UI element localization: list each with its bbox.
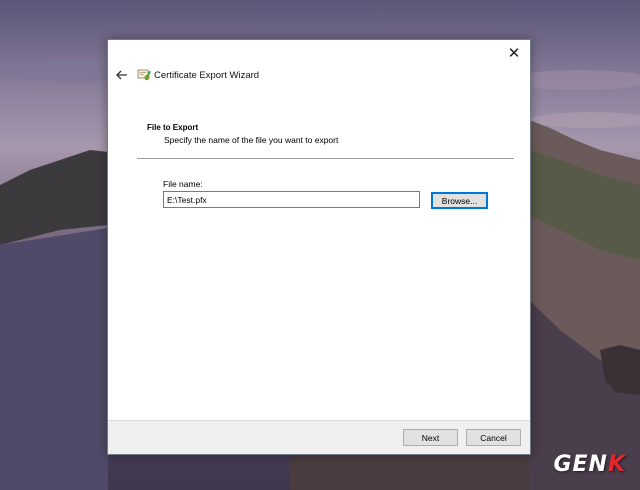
close-icon: ✕ <box>507 45 521 62</box>
file-name-input[interactable] <box>163 191 420 208</box>
section-title: File to Export <box>147 123 199 132</box>
file-name-label: File name: <box>163 179 203 189</box>
header-divider <box>137 158 514 159</box>
cancel-button[interactable]: Cancel <box>466 429 521 446</box>
wizard-dialog: ✕ Certificate Export Wizard File to Expo… <box>107 39 531 455</box>
watermark-main-text: GEN <box>553 452 608 477</box>
dialog-footer: Next Cancel <box>108 420 530 454</box>
close-button[interactable]: ✕ <box>504 44 524 62</box>
genk-watermark-logo: GENK <box>553 452 626 477</box>
back-button[interactable] <box>113 67 131 83</box>
watermark-accent-text: K <box>607 452 626 477</box>
browse-button[interactable]: Browse... <box>431 192 488 209</box>
section-subtitle: Specify the name of the file you want to… <box>164 135 339 145</box>
wizard-title: Certificate Export Wizard <box>154 70 260 81</box>
back-arrow-icon <box>116 70 127 80</box>
next-button[interactable]: Next <box>403 429 458 446</box>
certificate-icon <box>137 69 151 81</box>
